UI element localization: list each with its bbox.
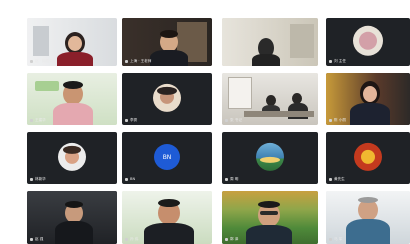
- mic-icon: [225, 118, 228, 122]
- video-tile[interactable]: 马 军: [326, 191, 410, 244]
- mic-icon: [30, 59, 33, 63]
- participant-name: 郭 泽: [225, 237, 238, 242]
- mic-icon: [329, 118, 332, 122]
- video-tile[interactable]: 陈 小丽: [326, 73, 410, 125]
- participant-name: 赵 强: [30, 237, 43, 242]
- video-tile[interactable]: 周 明: [222, 132, 318, 184]
- participant-avatar: BN: [154, 143, 180, 170]
- participant-name: 陈 小丽: [329, 118, 346, 123]
- video-tile[interactable]: 赵 强: [27, 191, 117, 244]
- participant-avatar: [256, 142, 284, 171]
- mic-icon: [329, 59, 332, 63]
- video-tile[interactable]: 林新华: [27, 132, 117, 184]
- mic-icon: [30, 177, 33, 181]
- video-tile[interactable]: 上海 · 王老师: [122, 18, 212, 66]
- mic-icon: [125, 118, 128, 122]
- participant-name: 孙 伟: [125, 237, 138, 242]
- participant-name: 赵 · 网络会议: [30, 59, 56, 64]
- participant-name: 李秀: [125, 118, 137, 123]
- participant-name: 周 明: [225, 177, 238, 182]
- participant-name: 刘 主任: [329, 59, 346, 64]
- video-tile[interactable]: 李秀: [122, 73, 212, 125]
- participant-avatar: [353, 25, 383, 56]
- video-tile[interactable]: 黄先生: [326, 132, 410, 184]
- video-tile[interactable]: [222, 18, 318, 66]
- mic-icon: [225, 237, 228, 241]
- participant-name: 黄先生: [329, 177, 345, 182]
- mic-icon: [125, 237, 128, 241]
- mic-icon: [225, 177, 228, 181]
- video-tile[interactable]: BN BN: [122, 132, 212, 184]
- mic-icon: [329, 177, 332, 181]
- participant-avatar: [153, 83, 181, 112]
- mic-icon: [30, 237, 33, 241]
- mic-icon: [125, 177, 128, 181]
- mic-icon: [30, 118, 33, 122]
- video-tile[interactable]: 郭 泽: [222, 191, 318, 244]
- video-tile[interactable]: 刘 主任: [326, 18, 410, 66]
- video-tile[interactable]: 张 书记: [222, 73, 318, 125]
- participant-name: 马 军: [329, 237, 342, 242]
- mic-icon: [125, 59, 128, 63]
- participant-name: 张 书记: [225, 118, 242, 123]
- participant-avatar: [58, 142, 86, 171]
- video-tile[interactable]: 王建华: [27, 73, 117, 125]
- avatar-initials: BN: [162, 153, 172, 161]
- participant-name: 王建华: [30, 118, 46, 123]
- participant-name: 林新华: [30, 177, 46, 182]
- video-tile[interactable]: 赵 · 网络会议: [27, 18, 117, 66]
- participant-name: BN: [125, 177, 135, 182]
- video-conference-grid: 赵 · 网络会议 上海 · 王老师 刘 主任 王建华 李秀 张 书记 陈 小丽 …: [0, 0, 410, 244]
- participant-name: 上海 · 王老师: [125, 59, 151, 64]
- video-tile[interactable]: 孙 伟: [122, 191, 212, 244]
- participant-avatar: [354, 142, 382, 171]
- mic-icon: [329, 237, 332, 241]
